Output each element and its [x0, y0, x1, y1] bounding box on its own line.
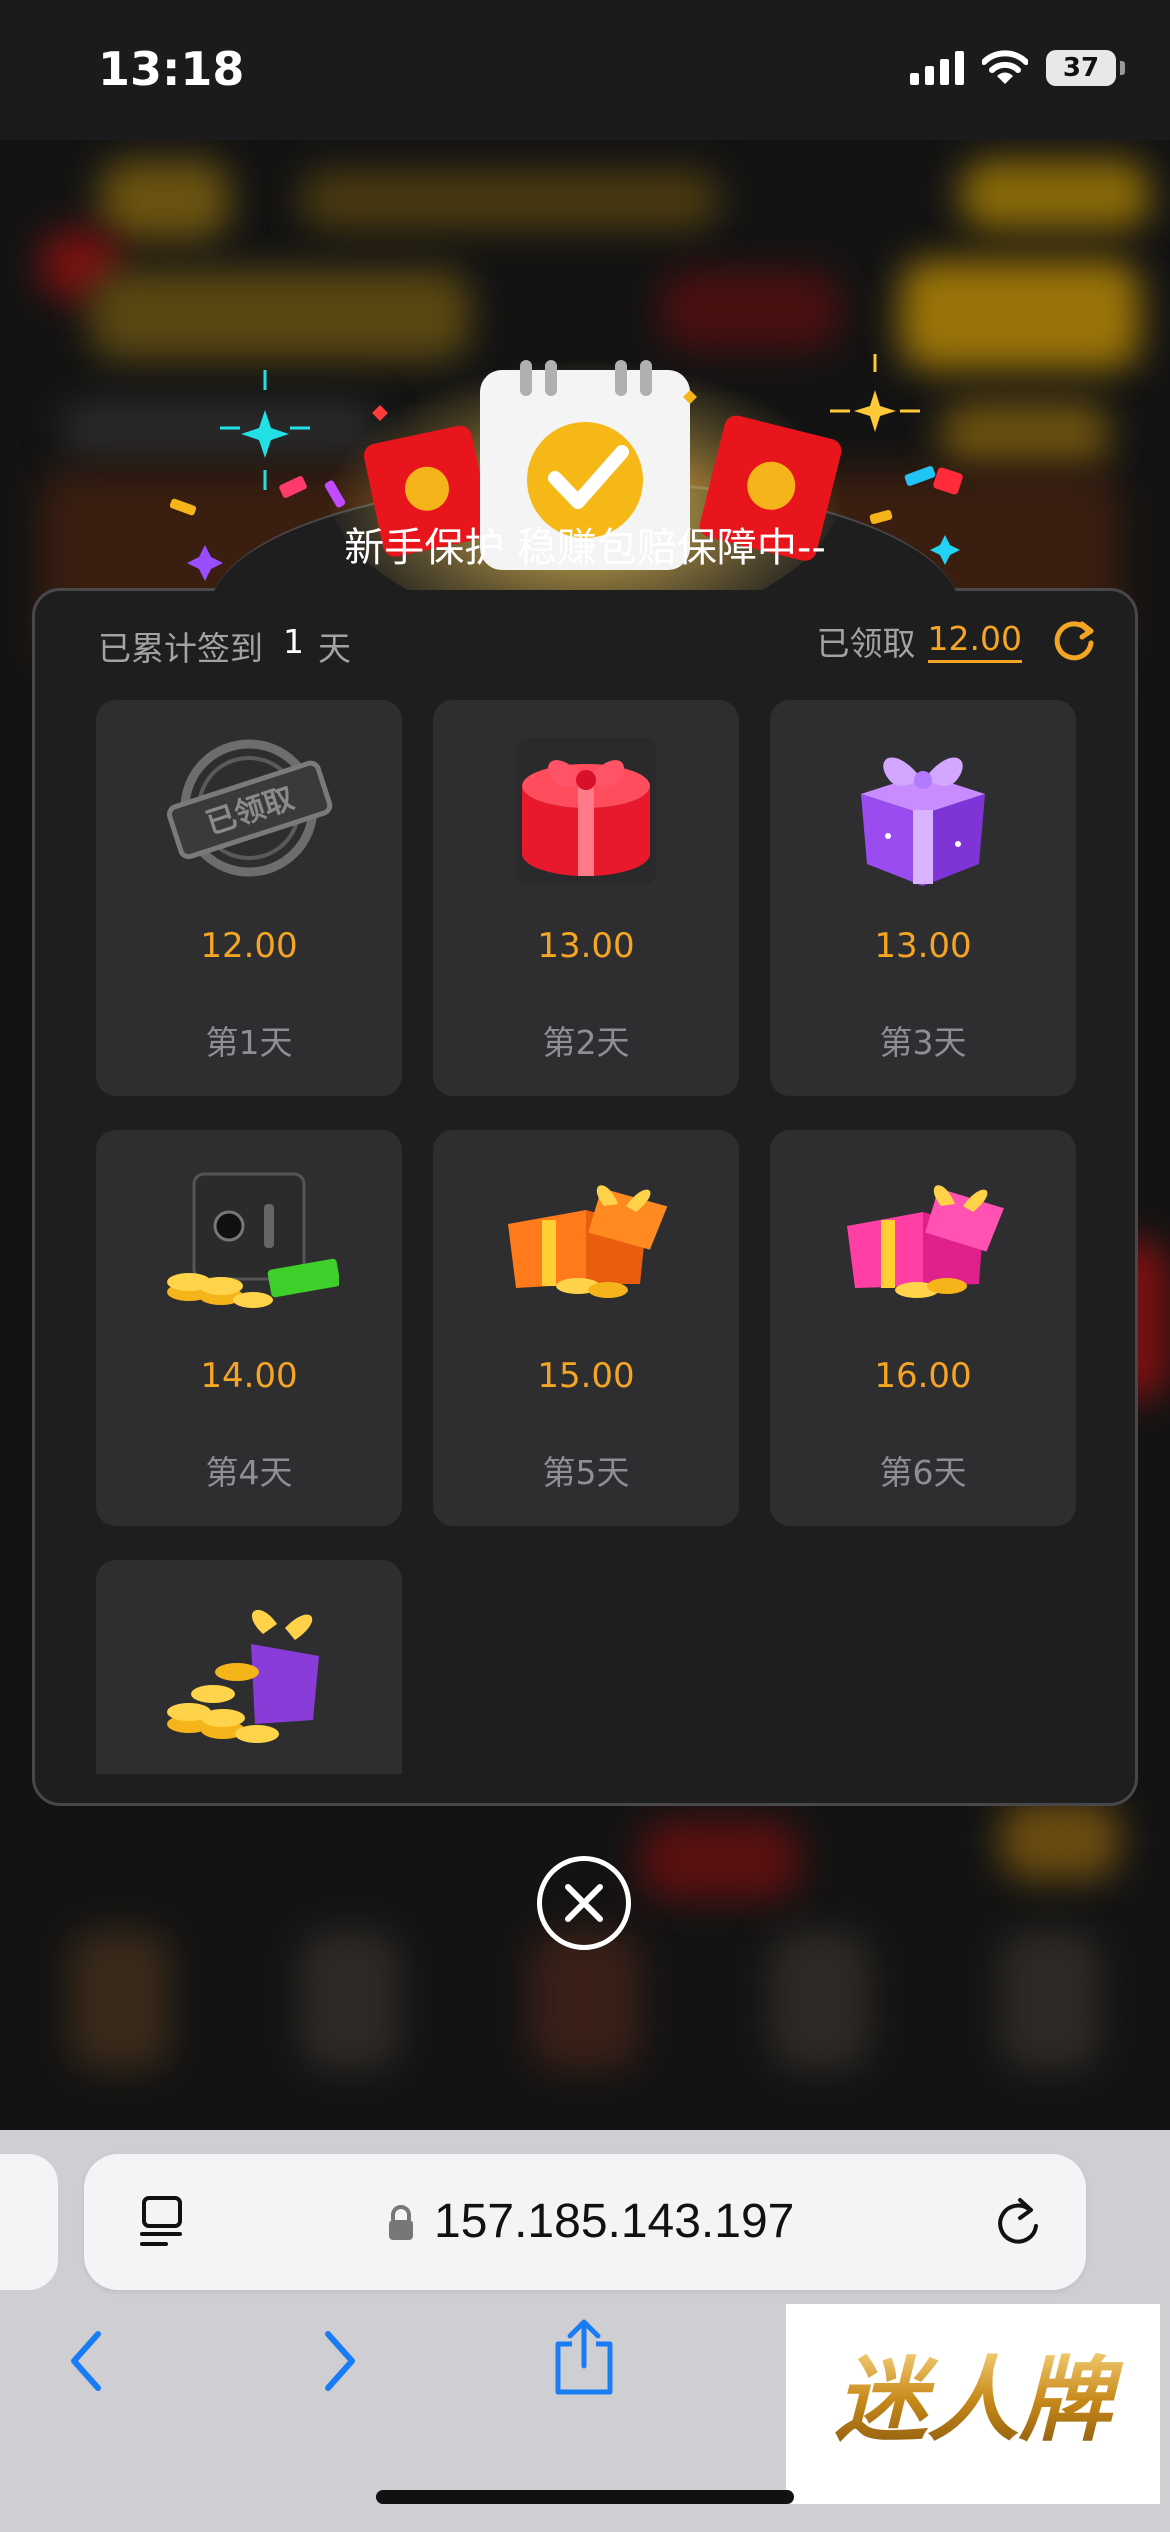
reward-amount: 13.00	[874, 926, 972, 966]
checked-in-label: 已累计签到	[98, 629, 263, 668]
back-icon[interactable]	[64, 2326, 108, 2396]
close-icon	[565, 1884, 603, 1922]
reward-tile-day-3[interactable]: 13.00 第3天	[770, 700, 1076, 1096]
purple-gift-coin-pile-icon	[167, 1609, 319, 1743]
checked-in-days: 1	[283, 622, 304, 661]
check-in-summary: 已累计签到 1 天	[98, 622, 351, 670]
wifi-icon	[982, 50, 1028, 84]
reward-tile-day-5[interactable]: 15.00 第5天	[433, 1130, 739, 1526]
svg-text:迷人牌: 迷人牌	[835, 2346, 1124, 2454]
reward-amount: 15.00	[537, 1356, 635, 1396]
reward-day-label: 第6天	[879, 1453, 967, 1492]
claimed-summary: 已领取 12.00	[817, 615, 1100, 667]
reward-day-label: 第5天	[542, 1453, 630, 1492]
watermark-logo: 迷人牌	[786, 2304, 1160, 2504]
close-button[interactable]	[537, 1856, 631, 1950]
address-bar[interactable]: 157.185.143.197	[84, 2154, 1086, 2290]
red-gift-box-icon	[516, 738, 656, 884]
lock-icon	[389, 2205, 413, 2240]
reward-tile-day-2[interactable]: 13.00 第2天	[433, 700, 739, 1096]
forward-icon[interactable]	[318, 2326, 362, 2396]
reader-mode-icon[interactable]	[136, 2194, 190, 2250]
claimed-label: 已领取	[816, 624, 916, 663]
cellular-signal-icon	[910, 51, 964, 85]
previous-tab-preview[interactable]	[0, 2154, 58, 2290]
url-text: 157.185.143.197	[434, 2195, 795, 2248]
home-indicator	[376, 2490, 794, 2504]
reward-grid: 已领取 12.00 第1天 13.00 第2天 13.00 第3天 14.00 …	[96, 700, 1076, 1774]
reward-amount: 12.00	[200, 926, 298, 966]
refresh-icon[interactable]	[1048, 615, 1100, 667]
reward-day-label: 第4天	[205, 1453, 293, 1492]
open-orange-gift-coins-icon	[508, 1185, 668, 1298]
reload-icon[interactable]	[990, 2192, 1046, 2252]
reward-tile-day-4[interactable]: 14.00 第4天	[96, 1130, 402, 1526]
status-icons: 37	[910, 50, 1125, 86]
pink-gift-coins-icon	[847, 1185, 1004, 1298]
reward-day-label: 第1天	[205, 1023, 293, 1062]
reward-amount: 14.00	[200, 1356, 298, 1396]
purple-gift-box-icon	[861, 757, 985, 886]
reward-amount: 16.00	[874, 1356, 972, 1396]
modal-title: 新手保护 稳赚包赔保障中--	[344, 525, 826, 571]
status-time: 13:18	[98, 42, 245, 96]
claimed-amount: 12.00	[927, 619, 1022, 663]
share-icon[interactable]	[552, 2316, 616, 2396]
reward-day-label: 第2天	[542, 1023, 630, 1062]
reward-amount: 13.00	[537, 926, 635, 966]
reward-day-label: 第3天	[879, 1023, 967, 1062]
reward-tile-day-7[interactable]	[96, 1560, 402, 1774]
status-bar: 13:18 37	[0, 0, 1170, 140]
reward-tile-day-6[interactable]: 16.00 第6天	[770, 1130, 1076, 1526]
reward-tile-day-1[interactable]: 已领取 12.00 第1天	[96, 700, 402, 1096]
battery-icon: 37	[1046, 50, 1125, 86]
safe-with-coins-icon	[167, 1172, 339, 1308]
days-unit: 天	[318, 629, 351, 668]
claimed-stamp-icon: 已领取	[166, 739, 333, 877]
